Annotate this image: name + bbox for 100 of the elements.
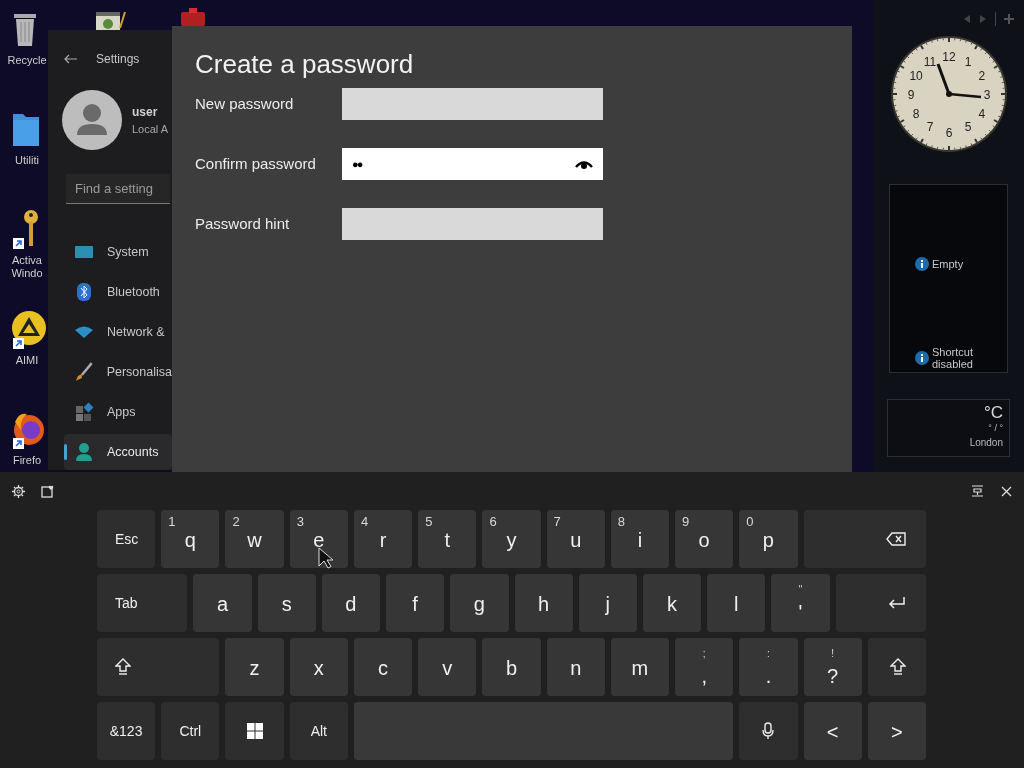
info-icon — [915, 351, 929, 365]
key[interactable]: p 0 — [739, 510, 798, 568]
clock-numeral: 2 — [978, 68, 985, 83]
settings-icon[interactable] — [12, 484, 25, 498]
key[interactable]: , ; — [675, 638, 734, 696]
key[interactable] — [225, 702, 284, 760]
backspace-icon — [886, 532, 906, 546]
key[interactable]: a — [193, 574, 252, 632]
shift-icon — [115, 658, 131, 676]
key[interactable]: c — [353, 638, 413, 696]
nav-item[interactable]: System — [64, 234, 172, 270]
shortcut-arrow-icon — [13, 438, 24, 449]
icon-label: AIMI — [14, 354, 40, 367]
field-label: Password hint — [195, 213, 291, 234]
key[interactable]: Esc — [97, 510, 156, 568]
key[interactable]: x — [289, 638, 348, 696]
key-number: 2 — [232, 513, 240, 531]
key[interactable]: k — [642, 574, 702, 632]
key[interactable]: n — [546, 638, 605, 696]
key-symbol: ; — [701, 647, 707, 661]
apps-icon — [74, 402, 94, 422]
back-arrow-icon[interactable] — [64, 54, 78, 64]
clock-numeral: 9 — [907, 87, 914, 102]
key[interactable]: i 8 — [610, 510, 670, 568]
key[interactable]: Ctrl — [161, 702, 220, 760]
key[interactable]: h — [514, 574, 573, 632]
dock-icon[interactable] — [971, 485, 984, 497]
password-field[interactable]: ●● — [342, 148, 603, 180]
nav-item[interactable]: Personalisa — [64, 354, 172, 390]
password-field[interactable] — [342, 88, 603, 120]
field-label: New password — [195, 93, 295, 114]
clock-numeral: 12 — [941, 49, 956, 64]
key[interactable]: &123 — [97, 702, 156, 760]
key[interactable]: e 3 — [289, 510, 348, 568]
key[interactable]: Tab — [97, 574, 188, 632]
key[interactable]: v — [418, 638, 477, 696]
nav-item[interactable]: Bluetooth — [64, 274, 172, 310]
microphone-icon — [762, 722, 775, 740]
clock-numeral: 1 — [964, 54, 971, 69]
key-number: 0 — [746, 513, 754, 531]
avatar-icon — [62, 90, 122, 150]
app-icon[interactable] — [178, 8, 208, 26]
info-message: Empty — [932, 258, 965, 270]
key[interactable]: < — [803, 702, 862, 760]
paintbrush-icon — [74, 362, 94, 382]
clock-numeral: 7 — [926, 120, 933, 135]
clock-numeral: 11 — [923, 54, 936, 69]
key-number: 4 — [360, 513, 369, 531]
key[interactable]: d — [321, 574, 381, 632]
key-number: 9 — [682, 513, 690, 531]
key[interactable]: g — [450, 574, 509, 632]
key[interactable]: . : — [739, 638, 798, 696]
key[interactable]: r 4 — [353, 510, 413, 568]
key[interactable]: ' " — [771, 574, 830, 632]
key[interactable]: b — [482, 638, 541, 696]
windows-logo-icon — [246, 723, 263, 739]
key-number: 5 — [425, 513, 433, 531]
key-number: 8 — [617, 513, 626, 531]
key-number: 6 — [489, 513, 497, 531]
key[interactable]: ? ! — [803, 638, 862, 696]
temperature-unit: °C — [983, 404, 1003, 422]
nav-item[interactable]: Network & — [64, 314, 172, 350]
enter-icon — [888, 596, 906, 610]
search-field[interactable]: Find a setting — [66, 174, 170, 204]
notebook-icon[interactable] — [94, 10, 126, 30]
user-name: user — [132, 103, 159, 121]
password-field[interactable] — [342, 208, 603, 240]
clock-numeral: 3 — [983, 87, 990, 102]
eye-icon[interactable] — [575, 158, 593, 170]
key[interactable]: q 1 — [161, 510, 220, 568]
plus-icon[interactable] — [1004, 14, 1014, 24]
clock-numeral: 4 — [978, 106, 985, 121]
temperature-range: ° / ° — [988, 422, 1003, 434]
shortcut-arrow-icon — [13, 338, 24, 349]
key[interactable]: l — [707, 574, 766, 632]
key[interactable] — [867, 638, 926, 696]
key[interactable]: m — [610, 638, 670, 696]
key[interactable]: w 2 — [225, 510, 284, 568]
clock-numeral: 8 — [912, 106, 919, 121]
account-type: Local A — [132, 121, 169, 137]
window-title: Settings — [96, 51, 140, 68]
key[interactable]: > — [867, 702, 926, 760]
key[interactable]: z — [225, 638, 284, 696]
key[interactable]: y 6 — [482, 510, 541, 568]
key[interactable]: f — [386, 574, 445, 632]
key[interactable]: u 7 — [546, 510, 605, 568]
key[interactable]: j — [578, 574, 637, 632]
icon-label: Utiliti — [14, 154, 40, 167]
key[interactable]: Alt — [289, 702, 348, 760]
nav-item[interactable]: Apps — [64, 394, 172, 430]
info-icon — [915, 257, 929, 271]
shift-icon — [890, 658, 906, 676]
nav-item[interactable]: Accounts — [64, 434, 172, 470]
key[interactable]: t 5 — [418, 510, 477, 568]
sticker-icon[interactable] — [41, 484, 54, 498]
key[interactable]: s — [257, 574, 316, 632]
icon-label: Activa Windo — [10, 254, 44, 280]
clock-numeral: 10 — [908, 68, 923, 83]
close-icon[interactable] — [1001, 485, 1012, 497]
key[interactable]: o 9 — [675, 510, 734, 568]
